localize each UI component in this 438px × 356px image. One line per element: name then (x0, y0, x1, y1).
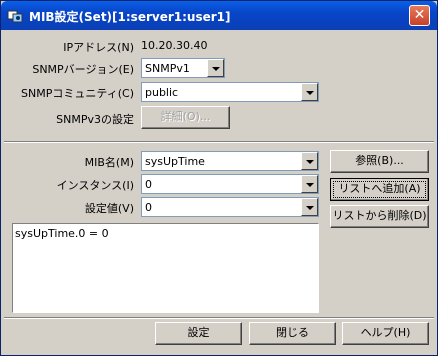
remove-from-list-button[interactable]: リストから削除(D) (330, 205, 429, 228)
mib-name-select[interactable]: sysUpTime (141, 151, 319, 171)
snmp-version-label: SNMPバージョン(E) (32, 63, 134, 76)
snmp-version-select[interactable]: SNMPv1 (141, 58, 225, 78)
close-window-button[interactable]: ✕ (409, 5, 430, 26)
set-value-select[interactable]: 0 (141, 197, 319, 217)
close-button[interactable]: 閉じる (249, 322, 336, 345)
set-button[interactable]: 設定 (155, 322, 242, 345)
app-icon (7, 10, 23, 23)
list-item[interactable]: sysUpTime.0 = 0 (13, 224, 318, 243)
community-value: public (145, 86, 179, 99)
set-value-value: 0 (145, 201, 152, 214)
instance-value: 0 (145, 178, 152, 191)
mib-name-label: MIB名(M) (84, 156, 134, 169)
instance-select[interactable]: 0 (141, 174, 319, 194)
chevron-down-icon[interactable] (207, 59, 224, 77)
ip-address-value: 10.20.30.40 (141, 39, 208, 52)
mib-list[interactable]: sysUpTime.0 = 0 (12, 223, 319, 313)
chevron-down-icon[interactable] (301, 83, 318, 101)
instance-label: インスタンス(I) (56, 179, 134, 192)
chevron-down-icon[interactable] (301, 198, 318, 216)
help-button[interactable]: ヘルプ(H) (342, 322, 429, 345)
dialog-client: IPアドレス(N) 10.20.30.40 SNMPバージョン(E) SNMPv… (4, 30, 434, 353)
community-label: SNMPコミュニティ(C) (21, 87, 134, 100)
set-value-label: 設定値(V) (84, 202, 134, 215)
chevron-down-icon[interactable] (301, 175, 318, 193)
title-bar[interactable]: MIB設定(Set)[1:server1:user1] ✕ (1, 1, 437, 30)
ip-address-label: IPアドレス(N) (63, 41, 134, 54)
snmpv3-settings-label: SNMPv3の設定 (56, 113, 134, 126)
browse-button[interactable]: 参照(B)... (330, 150, 429, 173)
divider (4, 141, 434, 143)
divider (4, 317, 434, 319)
add-to-list-button[interactable]: リストへ追加(A) (330, 178, 429, 201)
dialog-window: MIB設定(Set)[1:server1:user1] ✕ IPアドレス(N) … (0, 0, 438, 356)
community-select[interactable]: public (141, 82, 319, 102)
snmp-version-value: SNMPv1 (145, 62, 190, 75)
window-title: MIB設定(Set)[1:server1:user1] (29, 10, 231, 24)
snmpv3-details-button[interactable]: 詳細(O)... (141, 106, 230, 129)
chevron-down-icon[interactable] (301, 152, 318, 170)
mib-name-value: sysUpTime (145, 155, 205, 168)
